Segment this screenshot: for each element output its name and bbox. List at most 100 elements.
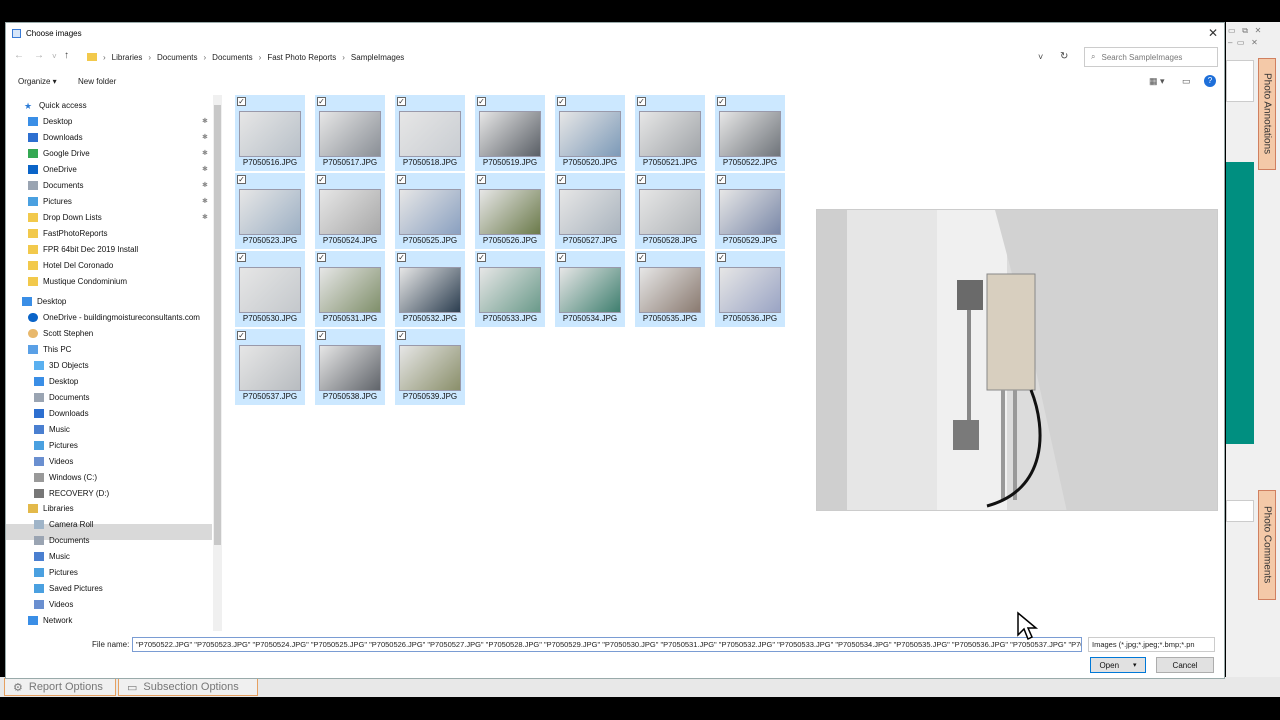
file-tile[interactable]: ✓ P7050524.JPG — [315, 173, 385, 249]
file-tile[interactable]: ✓ P7050531.JPG — [315, 251, 385, 327]
file-tile[interactable]: ✓ P7050520.JPG — [555, 95, 625, 171]
file-tile[interactable]: ✓ P7050523.JPG — [235, 173, 305, 249]
file-checkbox[interactable]: ✓ — [237, 253, 246, 262]
file-checkbox[interactable]: ✓ — [317, 175, 326, 184]
file-checkbox[interactable]: ✓ — [557, 253, 566, 262]
address-bar[interactable]: › Libraries › Documents › Documents › Fast … — [82, 47, 1060, 67]
file-tile[interactable]: ✓ P7050518.JPG — [395, 95, 465, 171]
file-checkbox[interactable]: ✓ — [237, 331, 246, 340]
file-tile[interactable]: ✓ P7050528.JPG — [635, 173, 705, 249]
nav-scrollbar-thumb[interactable] — [214, 105, 221, 545]
help-icon[interactable]: ? — [1204, 75, 1216, 87]
file-checkbox[interactable]: ✓ — [317, 331, 326, 340]
file-checkbox[interactable]: ✓ — [637, 253, 646, 262]
file-checkbox[interactable]: ✓ — [637, 175, 646, 184]
nav-item[interactable]: Desktop — [28, 113, 72, 129]
nav-item[interactable]: Windows (C:) — [34, 469, 97, 485]
nav-desktop-root[interactable]: Desktop — [22, 293, 66, 309]
nav-item[interactable]: Documents — [28, 177, 83, 193]
nav-item[interactable]: OneDrive — [28, 161, 77, 177]
pin-icon[interactable]: ✱ — [202, 149, 208, 157]
pin-icon[interactable]: ✱ — [202, 197, 208, 205]
file-tile[interactable]: ✓ P7050517.JPG — [315, 95, 385, 171]
back-icon[interactable]: ← — [14, 50, 24, 61]
file-checkbox[interactable]: ✓ — [557, 175, 566, 184]
file-tile[interactable]: ✓ P7050537.JPG — [235, 329, 305, 405]
nav-network[interactable]: Network — [28, 612, 72, 628]
file-tile[interactable]: ✓ P7050526.JPG — [475, 173, 545, 249]
file-tile[interactable]: ✓ P7050535.JPG — [635, 251, 705, 327]
photo-annotations-tab[interactable]: Photo Annotations — [1258, 58, 1276, 170]
file-tile[interactable]: ✓ P7050516.JPG — [235, 95, 305, 171]
nav-item[interactable]: RECOVERY (D:) — [34, 485, 109, 501]
nav-item[interactable]: Videos — [34, 453, 73, 469]
close-icon[interactable]: ✕ — [1208, 26, 1218, 40]
nav-item[interactable]: Google Drive — [28, 145, 90, 161]
file-tile[interactable]: ✓ P7050534.JPG — [555, 251, 625, 327]
pin-icon[interactable]: ✱ — [202, 213, 208, 221]
pin-icon[interactable]: ✱ — [202, 133, 208, 141]
file-checkbox[interactable]: ✓ — [477, 97, 486, 106]
nav-item[interactable]: Downloads — [28, 129, 83, 145]
file-tile[interactable]: ✓ P7050539.JPG — [395, 329, 465, 405]
file-checkbox[interactable]: ✓ — [477, 253, 486, 262]
file-tile[interactable]: ✓ P7050533.JPG — [475, 251, 545, 327]
pin-icon[interactable]: ✱ — [202, 181, 208, 189]
file-tile[interactable]: ✓ P7050519.JPG — [475, 95, 545, 171]
file-checkbox[interactable]: ✓ — [557, 97, 566, 106]
nav-item[interactable]: 3D Objects — [34, 357, 89, 373]
file-checkbox[interactable]: ✓ — [717, 175, 726, 184]
forward-icon[interactable]: → — [34, 50, 44, 61]
view-options-icon[interactable]: ▦ ▾ — [1149, 76, 1165, 87]
address-dropdown-icon[interactable]: ˅ — [1038, 52, 1043, 62]
cancel-button[interactable]: Cancel — [1156, 657, 1214, 673]
nav-item[interactable]: Music — [34, 421, 70, 437]
file-tile[interactable]: ✓ P7050521.JPG — [635, 95, 705, 171]
subsection-options-tab[interactable]: ▭ Subsection Options — [118, 678, 258, 696]
nav-user[interactable]: Scott Stephen — [28, 325, 93, 341]
file-tile[interactable]: ✓ P7050525.JPG — [395, 173, 465, 249]
file-checkbox[interactable]: ✓ — [477, 175, 486, 184]
nav-item[interactable]: Pictures — [34, 564, 78, 580]
nav-this-pc[interactable]: This PC — [28, 341, 71, 357]
breadcrumb-documents-2[interactable]: Documents — [212, 53, 252, 62]
file-tile[interactable]: ✓ P7050527.JPG — [555, 173, 625, 249]
breadcrumb-sampleimages[interactable]: SampleImages — [351, 53, 404, 62]
nav-onedrive-business[interactable]: OneDrive - buildingmoistureconsultants.c… — [28, 309, 200, 325]
file-tile[interactable]: ✓ P7050529.JPG — [715, 173, 785, 249]
nav-item[interactable]: Pictures — [34, 437, 78, 453]
nav-item[interactable]: Mustique Condominium — [28, 273, 127, 289]
nav-item[interactable]: Drop Down Lists — [28, 209, 102, 225]
file-checkbox[interactable]: ✓ — [717, 253, 726, 262]
nav-libraries[interactable]: Libraries — [28, 500, 74, 516]
nav-quick-access[interactable]: ★ Quick access — [24, 97, 87, 113]
nav-item[interactable]: Pictures — [28, 193, 72, 209]
file-tile[interactable]: ✓ P7050532.JPG — [395, 251, 465, 327]
breadcrumb-documents[interactable]: Documents — [157, 53, 197, 62]
file-tile[interactable]: ✓ P7050530.JPG — [235, 251, 305, 327]
search-input[interactable]: ⌕ Search SampleImages — [1084, 47, 1218, 67]
file-tile[interactable]: ✓ P7050536.JPG — [715, 251, 785, 327]
nav-item[interactable]: Hotel Del Coronado — [28, 257, 113, 273]
recent-dropdown-icon[interactable]: ˅ — [52, 52, 57, 61]
preview-pane-icon[interactable]: ▭ — [1182, 76, 1191, 87]
nav-item[interactable]: Videos — [34, 596, 73, 612]
report-options-tab[interactable]: ⚙ Report Options — [4, 678, 116, 696]
breadcrumb-fast-photo-reports[interactable]: Fast Photo Reports — [267, 53, 336, 62]
refresh-icon[interactable]: ↻ — [1060, 51, 1068, 62]
up-icon[interactable]: ↑ — [64, 50, 69, 61]
nav-item[interactable]: Saved Pictures — [34, 580, 103, 596]
file-checkbox[interactable]: ✓ — [237, 175, 246, 184]
nav-item[interactable]: Music — [34, 548, 70, 564]
nav-item[interactable]: Documents — [34, 532, 89, 548]
file-checkbox[interactable]: ✓ — [397, 97, 406, 106]
pin-icon[interactable]: ✱ — [202, 165, 208, 173]
file-checkbox[interactable]: ✓ — [397, 253, 406, 262]
nav-item[interactable]: Camera Roll — [34, 516, 93, 532]
nav-item[interactable]: FPR 64bit Dec 2019 Install — [28, 241, 138, 257]
file-name-input[interactable]: "P7050522.JPG" "P7050523.JPG" "P7050524.… — [132, 637, 1082, 652]
file-checkbox[interactable]: ✓ — [717, 97, 726, 106]
nav-item[interactable]: FastPhotoReports — [28, 225, 107, 241]
photo-comments-tab[interactable]: Photo Comments — [1258, 490, 1276, 600]
file-checkbox[interactable]: ✓ — [397, 175, 406, 184]
